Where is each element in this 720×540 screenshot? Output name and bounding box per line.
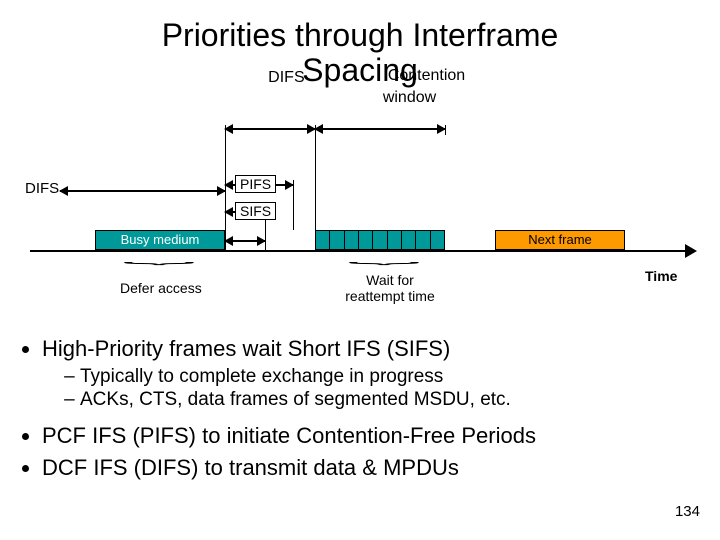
cw-slot [330,231,344,249]
list-item: Typically to complete exchange in progre… [80,365,698,389]
brace-icon: ⏟ [348,248,420,265]
window-label: window [383,89,473,107]
page-number: 134 [675,503,700,520]
brace-icon: ⏟ [123,248,195,265]
title-line2: Spacing DIFS Contention window [302,53,418,88]
next-frame-block: Next frame [495,230,625,250]
difs-label-top: DIFS [268,69,304,87]
title-line1: Priorities through Interframe [0,18,720,53]
cw-slot [345,231,359,249]
bullet-text: High-Priority frames wait Short IFS (SIF… [42,336,450,361]
difs-label-left: DIFS [25,180,59,197]
cw-slot [388,231,402,249]
pifs-label: PIFS [235,175,276,193]
arrow-gap [225,240,265,242]
cw-slot [316,231,330,249]
list-item: High-Priority frames wait Short IFS (SIF… [42,335,698,412]
slide-title: Priorities through Interframe Spacing DI… [0,18,720,88]
contention-window-block [315,230,445,250]
arrow-contention-window [315,128,445,130]
cw-slot [402,231,416,249]
cw-slot [373,231,387,249]
contention-label: Contention [388,67,478,85]
cw-slot [431,231,444,249]
time-axis-label: Time [645,268,677,284]
sifs-label: SIFS [235,202,276,220]
arrow-difs-left [60,190,225,192]
bullet-list: High-Priority frames wait Short IFS (SIF… [22,335,698,485]
time-axis-arrow-icon [685,244,697,258]
busy-medium-block: Busy medium [95,230,225,250]
list-item: DCF IFS (DIFS) to transmit data & MPDUs [42,454,698,482]
cw-slot [359,231,373,249]
list-item: ACKs, CTS, data frames of segmented MSDU… [80,388,698,412]
arrow-difs-span [225,128,315,130]
timing-diagram: DIFS PIFS SIFS Busy medium Next frame ⏟ … [30,120,690,320]
defer-access-label: Defer access [120,280,202,296]
list-item: PCF IFS (PIFS) to initiate Contention-Fr… [42,422,698,450]
cw-slot [416,231,430,249]
wait-reattempt-label: Wait for reattempt time [335,272,445,304]
